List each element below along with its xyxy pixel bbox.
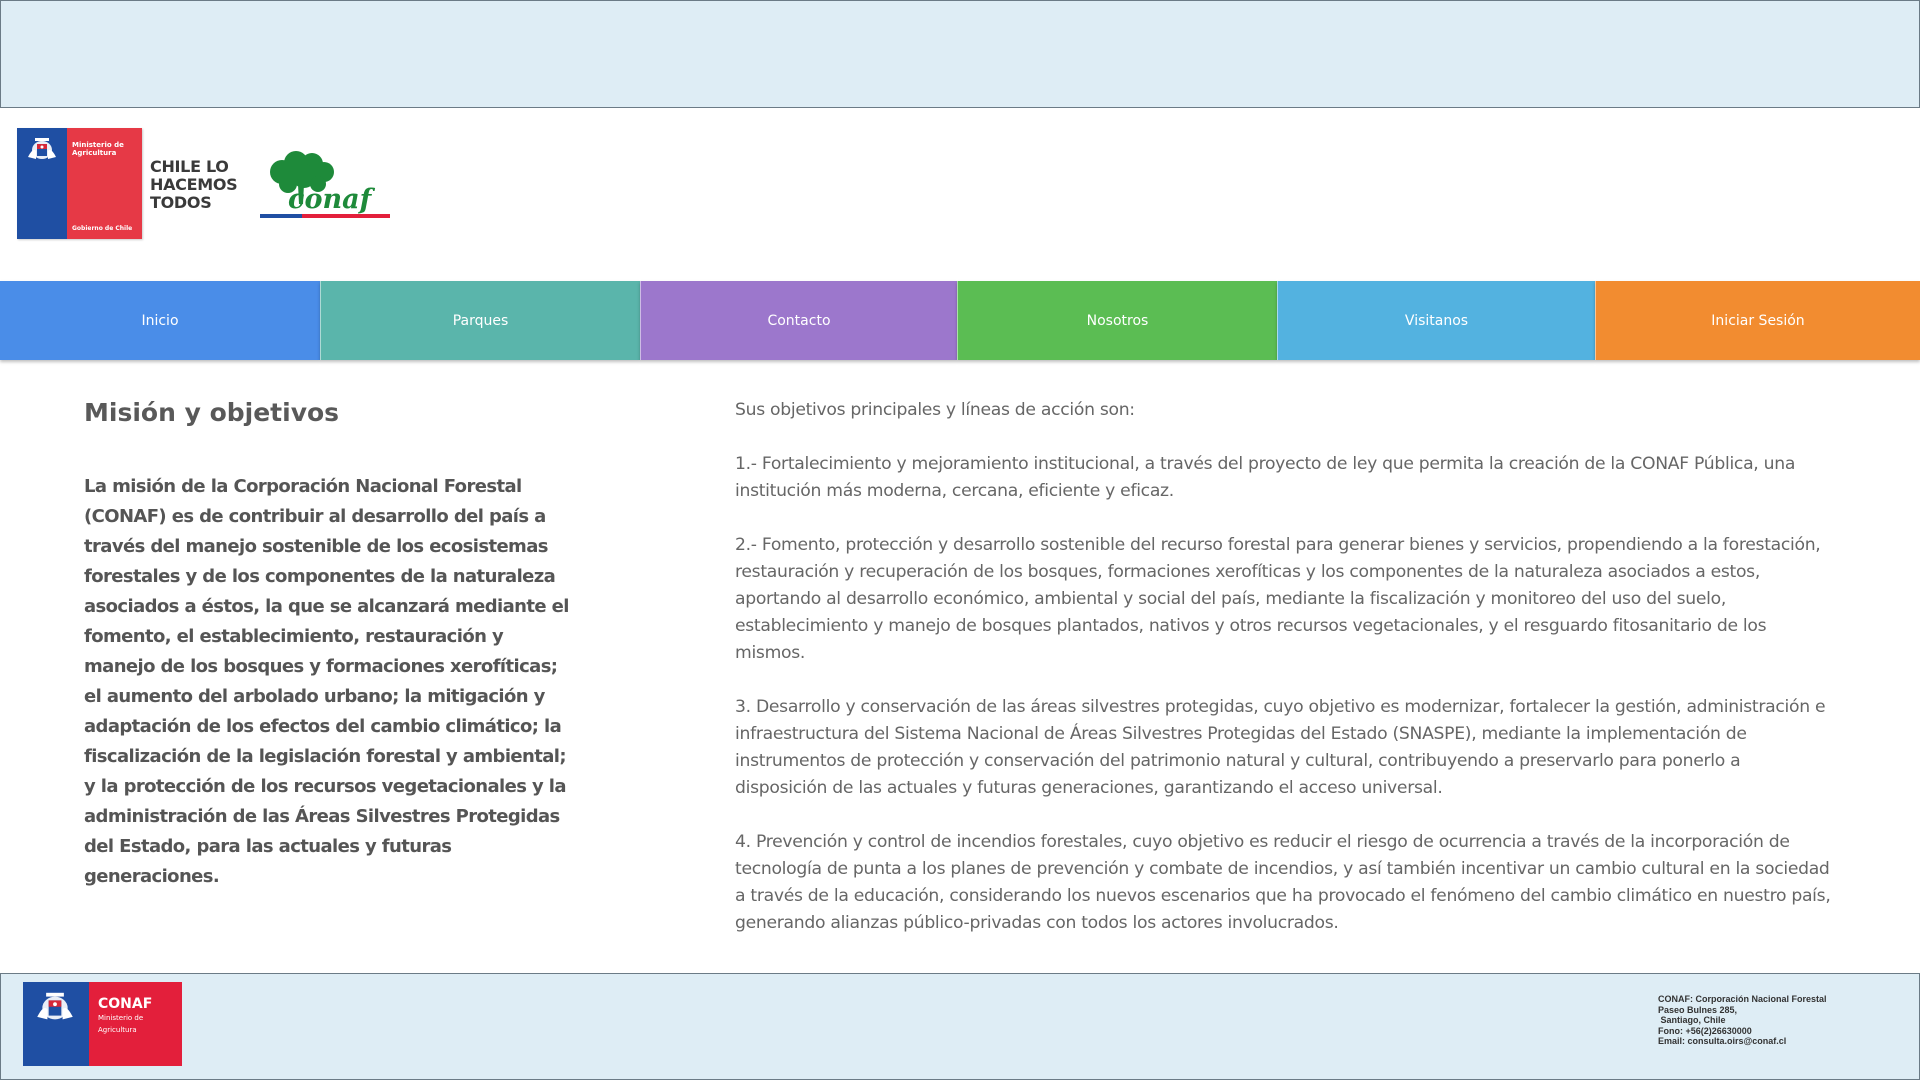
nav-iniciar-sesion[interactable]: Iniciar Sesión bbox=[1595, 281, 1920, 360]
contact-line: Paseo Bulnes 285, bbox=[1658, 1004, 1738, 1015]
footer: CONAF Ministerio de Agricultura CONAF: C… bbox=[0, 973, 1920, 1080]
nav-label: Visitanos bbox=[1404, 312, 1469, 329]
flag-stripe-red bbox=[302, 214, 390, 218]
contact-line: Santiago, Chile bbox=[1658, 1015, 1726, 1025]
coat-of-arms-icon bbox=[37, 992, 73, 1020]
government-label: Gobierno de Chile bbox=[72, 225, 133, 232]
slogan-line: CHILE LO bbox=[150, 157, 229, 176]
page-title: Misión y objetivos bbox=[84, 398, 340, 427]
conaf-logo[interactable]: conaf bbox=[260, 146, 390, 224]
slogan-line: HACEMOS bbox=[150, 175, 238, 194]
nav-label: Nosotros bbox=[1086, 312, 1149, 329]
objective-item: 1.- Fortalecimiento y mejoramiento insti… bbox=[735, 454, 1796, 501]
conaf-wordmark: conaf bbox=[288, 184, 376, 215]
nav-inicio[interactable]: Inicio bbox=[0, 281, 320, 360]
coat-of-arms-icon bbox=[28, 138, 56, 159]
nav-contacto[interactable]: Contacto bbox=[640, 281, 957, 360]
main-nav: Inicio Parques Contacto Nosotros Visitan… bbox=[0, 281, 1920, 360]
slogan: CHILE LO HACEMOS TODOS bbox=[150, 158, 260, 212]
objectives-section: Sus objetivos principales y líneas de ac… bbox=[735, 397, 1835, 964]
nav-label: Parques bbox=[452, 312, 509, 329]
nav-label: Inicio bbox=[141, 312, 179, 329]
objective-item: 3. Desarrollo y conservación de las área… bbox=[735, 697, 1826, 798]
nav-label: Contacto bbox=[767, 312, 831, 329]
objectives-intro: Sus objetivos principales y líneas de ac… bbox=[735, 400, 1135, 420]
nav-parques[interactable]: Parques bbox=[320, 281, 640, 360]
flag-stripe-blue bbox=[260, 214, 302, 218]
top-banner bbox=[0, 0, 1920, 108]
slogan-line: TODOS bbox=[150, 193, 212, 212]
footer-conaf-logo[interactable]: CONAF Ministerio de Agricultura bbox=[23, 982, 182, 1066]
objective-item: 4. Prevención y control de incendios for… bbox=[735, 832, 1831, 933]
contact-line: CONAF: Corporación Nacional Forestal bbox=[1658, 994, 1827, 1004]
objective-item: 2.- Fomento, protección y desarrollo sos… bbox=[735, 535, 1821, 663]
contact-line: Fono: +56(2)26630000 bbox=[1658, 1025, 1752, 1036]
nav-visitanos[interactable]: Visitanos bbox=[1277, 281, 1595, 360]
logo-red-panel: Ministerio de Agricultura Gobierno de Ch… bbox=[67, 128, 142, 239]
logo-blue-panel bbox=[17, 128, 67, 239]
footer-logo-blue-panel bbox=[23, 982, 89, 1066]
ministry-label: Ministerio de Agricultura bbox=[72, 141, 124, 157]
footer-brand: CONAF bbox=[98, 996, 153, 1012]
mission-statement: La misión de la Corporación Nacional For… bbox=[84, 476, 569, 887]
nav-nosotros[interactable]: Nosotros bbox=[957, 281, 1277, 360]
nav-label: Iniciar Sesión bbox=[1711, 312, 1805, 329]
contact-email[interactable]: Email: consulta.oirs@conaf.cl bbox=[1658, 1036, 1908, 1047]
ministry-logo[interactable]: Ministerio de Agricultura Gobierno de Ch… bbox=[17, 128, 142, 239]
footer-logo-red-panel: CONAF Ministerio de Agricultura bbox=[89, 982, 182, 1066]
footer-contact: CONAF: Corporación Nacional Forestal Pas… bbox=[1658, 994, 1908, 1047]
footer-ministry: Ministerio de Agricultura bbox=[98, 1014, 144, 1034]
